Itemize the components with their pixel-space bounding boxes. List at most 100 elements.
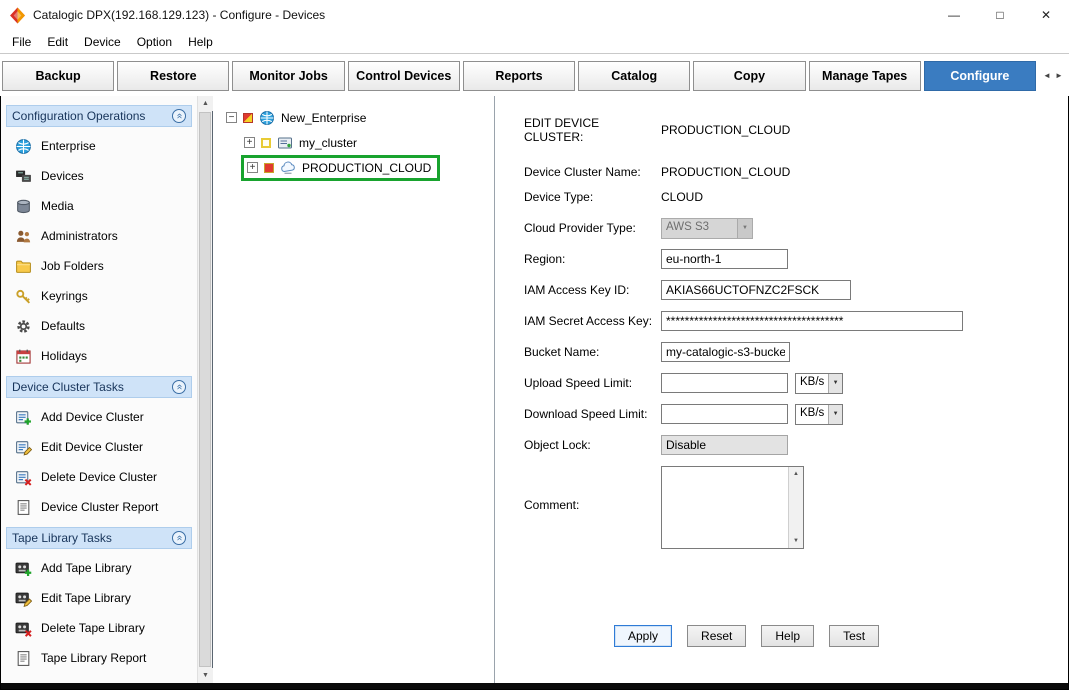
iam-access-key-row: IAM Access Key ID: bbox=[524, 279, 851, 301]
cluster-name-row: Device Cluster Name: PRODUCTION_CLOUD bbox=[524, 161, 790, 183]
minimize-button[interactable]: — bbox=[931, 0, 977, 30]
sidebar-item-label: Edit Device Cluster bbox=[41, 440, 143, 454]
tree-status-checkbox[interactable] bbox=[264, 163, 274, 173]
edit-device-cluster-value: PRODUCTION_CLOUD bbox=[661, 123, 790, 137]
tab-reports[interactable]: Reports bbox=[463, 61, 575, 91]
cluster-name-value: PRODUCTION_CLOUD bbox=[661, 165, 790, 179]
comment-scrollbar[interactable]: ▲ ▼ bbox=[788, 467, 803, 548]
cluster-edit-icon bbox=[15, 439, 32, 456]
iam-secret-key-input[interactable] bbox=[661, 311, 963, 331]
upload-limit-unit-value: KB/s bbox=[796, 374, 828, 393]
tree-node-my-cluster[interactable]: + my_cluster bbox=[244, 130, 494, 155]
sidebar-item-keyrings[interactable]: Keyrings bbox=[3, 281, 195, 311]
tape-add-icon bbox=[15, 560, 32, 577]
sidebar-item-label: Keyrings bbox=[41, 289, 88, 303]
tree-node-new-enterprise[interactable]: − New_Enterprise bbox=[226, 105, 494, 130]
download-limit-input[interactable] bbox=[661, 404, 788, 424]
sidebar-item-tape-library-report[interactable]: Tape Library Report bbox=[3, 643, 195, 673]
section-configuration-operations[interactable]: Configuration Operations « bbox=[6, 105, 192, 127]
device-type-value: CLOUD bbox=[661, 190, 703, 204]
menu-option[interactable]: Option bbox=[129, 32, 180, 52]
tab-scroll-left-icon[interactable]: ◄ bbox=[1042, 69, 1052, 82]
apply-button[interactable]: Apply bbox=[614, 625, 672, 647]
menu-help[interactable]: Help bbox=[180, 32, 221, 52]
download-limit-unit-select[interactable]: KB/s ▼ bbox=[795, 404, 843, 425]
section-title: Configuration Operations bbox=[12, 109, 145, 123]
scroll-up-icon[interactable]: ▲ bbox=[789, 467, 803, 481]
help-button[interactable]: Help bbox=[761, 625, 814, 647]
maximize-button[interactable]: □ bbox=[977, 0, 1023, 30]
sidebar-item-edit-device-cluster[interactable]: Edit Device Cluster bbox=[3, 432, 195, 462]
tab-configure[interactable]: Configure bbox=[924, 61, 1036, 91]
sidebar-item-defaults[interactable]: Defaults bbox=[3, 311, 195, 341]
sidebar-item-delete-tape-library[interactable]: Delete Tape Library bbox=[3, 613, 195, 643]
scroll-down-icon[interactable]: ▼ bbox=[789, 534, 803, 548]
cloud-provider-select[interactable]: AWS S3 ▼ bbox=[661, 218, 753, 239]
device-tree-panel: − New_Enterprise + my_cluster + PRODUCTI… bbox=[212, 96, 495, 683]
expand-expander-icon[interactable]: + bbox=[247, 162, 258, 173]
sidebar-item-edit-tape-library[interactable]: Edit Tape Library bbox=[3, 583, 195, 613]
region-input[interactable] bbox=[661, 249, 788, 269]
expand-expander-icon[interactable]: + bbox=[244, 137, 255, 148]
tab-catalog[interactable]: Catalog bbox=[578, 61, 690, 91]
collapse-section-icon[interactable]: « bbox=[172, 380, 186, 394]
sidebar-item-label: Job Folders bbox=[41, 259, 104, 273]
form-buttons: Apply Reset Help Test bbox=[614, 625, 879, 647]
bucket-name-input[interactable] bbox=[661, 342, 790, 362]
menu-file[interactable]: File bbox=[4, 32, 39, 52]
collapse-section-icon[interactable]: « bbox=[172, 531, 186, 545]
key-icon bbox=[15, 288, 32, 305]
menu-edit[interactable]: Edit bbox=[39, 32, 76, 52]
sidebar-item-devices[interactable]: Devices bbox=[3, 161, 195, 191]
section-device-cluster-tasks[interactable]: Device Cluster Tasks « bbox=[6, 376, 192, 398]
cloud-node-icon bbox=[280, 160, 296, 176]
sidebar-item-media[interactable]: Media bbox=[3, 191, 195, 221]
sidebar-item-label: Devices bbox=[41, 169, 84, 183]
tab-manage-tapes[interactable]: Manage Tapes bbox=[809, 61, 921, 91]
collapse-expander-icon[interactable]: − bbox=[226, 112, 237, 123]
tab-restore[interactable]: Restore bbox=[117, 61, 229, 91]
test-button[interactable]: Test bbox=[829, 625, 879, 647]
tab-monitor-jobs[interactable]: Monitor Jobs bbox=[232, 61, 344, 91]
tree-status-checkbox[interactable] bbox=[261, 138, 271, 148]
cluster-delete-icon bbox=[15, 469, 32, 486]
scroll-up-icon[interactable]: ▲ bbox=[198, 96, 213, 111]
tab-scroll-controls: ◄ ► bbox=[1039, 61, 1067, 91]
sidebar-scrollbar[interactable]: ▲ ▼ bbox=[197, 96, 212, 683]
tree-node-production-cloud[interactable]: + PRODUCTION_CLOUD bbox=[244, 155, 494, 180]
sidebar-item-delete-device-cluster[interactable]: Delete Device Cluster bbox=[3, 462, 195, 492]
cluster-name-label: Device Cluster Name: bbox=[524, 165, 661, 179]
reset-button[interactable]: Reset bbox=[687, 625, 746, 647]
sidebar-item-device-cluster-report[interactable]: Device Cluster Report bbox=[3, 492, 195, 522]
sidebar-item-add-tape-library[interactable]: Add Tape Library bbox=[3, 553, 195, 583]
cluster-add-icon bbox=[15, 409, 32, 426]
sidebar-item-enterprise[interactable]: Enterprise bbox=[3, 131, 195, 161]
scroll-down-icon[interactable]: ▼ bbox=[198, 668, 213, 683]
sidebar-item-administrators[interactable]: Administrators bbox=[3, 221, 195, 251]
upload-limit-unit-select[interactable]: KB/s ▼ bbox=[795, 373, 843, 394]
object-lock-input bbox=[661, 435, 788, 455]
tab-copy[interactable]: Copy bbox=[693, 61, 805, 91]
tree-node-label: my_cluster bbox=[299, 136, 357, 150]
menu-device[interactable]: Device bbox=[76, 32, 129, 52]
upload-limit-input[interactable] bbox=[661, 373, 788, 393]
comment-textarea[interactable] bbox=[662, 467, 788, 548]
iam-access-key-input[interactable] bbox=[661, 280, 851, 300]
tree-node-label: New_Enterprise bbox=[281, 111, 366, 125]
scrollbar-thumb[interactable] bbox=[199, 112, 211, 667]
cloud-provider-row: Cloud Provider Type: AWS S3 ▼ bbox=[524, 217, 753, 239]
section-tape-library-tasks[interactable]: Tape Library Tasks « bbox=[6, 527, 192, 549]
sidebar-item-add-device-cluster[interactable]: Add Device Cluster bbox=[3, 402, 195, 432]
collapse-section-icon[interactable]: « bbox=[172, 109, 186, 123]
sidebar-item-job-folders[interactable]: Job Folders bbox=[3, 251, 195, 281]
tab-scroll-right-icon[interactable]: ► bbox=[1054, 69, 1064, 82]
tree-status-checkbox[interactable] bbox=[243, 113, 253, 123]
close-button[interactable]: ✕ bbox=[1023, 0, 1069, 30]
folder-icon bbox=[15, 258, 32, 275]
tab-control-devices[interactable]: Control Devices bbox=[348, 61, 460, 91]
edit-device-cluster-form: EDIT DEVICE CLUSTER: PRODUCTION_CLOUD De… bbox=[495, 96, 1068, 683]
tape-edit-icon bbox=[15, 590, 32, 607]
sidebar-item-holidays[interactable]: Holidays bbox=[3, 341, 195, 371]
form-header-row: EDIT DEVICE CLUSTER: PRODUCTION_CLOUD bbox=[524, 119, 790, 141]
tab-backup[interactable]: Backup bbox=[2, 61, 114, 91]
